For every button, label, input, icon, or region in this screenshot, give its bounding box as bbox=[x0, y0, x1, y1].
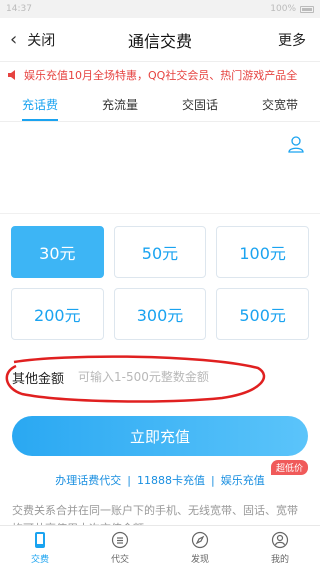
back-chevron-icon: ‹ bbox=[10, 29, 18, 50]
bottom-nav-profile[interactable]: 我的 bbox=[240, 526, 320, 569]
battery-level: 100% bbox=[270, 4, 296, 14]
status-time: 14:37 bbox=[6, 4, 32, 14]
tab-phone-bill[interactable]: 充话费 bbox=[21, 88, 59, 121]
tab-broadband[interactable]: 交宽带 bbox=[262, 88, 298, 121]
bottom-nav-discover[interactable]: 发现 bbox=[160, 526, 240, 569]
link-separator: | bbox=[211, 473, 215, 487]
contact-icon[interactable] bbox=[286, 134, 306, 154]
status-bar: 14:37 100% bbox=[0, 0, 320, 18]
tab-bar: 充话费 充流量 交固话 交宽带 bbox=[0, 88, 320, 122]
tab-landline[interactable]: 交固话 bbox=[182, 88, 218, 121]
tab-data[interactable]: 充流量 bbox=[102, 88, 138, 121]
status-right: 100% bbox=[270, 4, 314, 14]
amount-option-200[interactable]: 200元 bbox=[11, 288, 104, 340]
phone-icon bbox=[35, 531, 45, 548]
other-amount-label: 其他金额 bbox=[12, 371, 65, 387]
amount-option-30[interactable]: 30元 bbox=[11, 226, 104, 278]
speaker-icon bbox=[8, 70, 15, 80]
bottom-nav-pay[interactable]: 交费 bbox=[0, 526, 80, 569]
bottom-nav-label: 我的 bbox=[270, 554, 289, 565]
nav-bar: ‹ 关闭 通信交费 更多 bbox=[0, 18, 320, 62]
close-label: 关闭 bbox=[27, 32, 56, 49]
bottom-nav-label: 发现 bbox=[190, 554, 209, 565]
amount-option-100[interactable]: 100元 bbox=[216, 226, 309, 278]
phone-number-area[interactable] bbox=[0, 122, 320, 178]
entertainment-recharge-link[interactable]: 娱乐充值 bbox=[221, 472, 265, 488]
battery-icon bbox=[300, 5, 314, 13]
agent-payment-link[interactable]: 办理话费代交 bbox=[55, 472, 121, 488]
amount-option-50[interactable]: 50元 bbox=[113, 226, 207, 278]
more-button[interactable]: 更多 bbox=[278, 30, 306, 50]
bottom-nav-label: 交费 bbox=[30, 554, 49, 565]
divider bbox=[0, 178, 320, 214]
card-recharge-link[interactable]: 11888卡充值 bbox=[137, 472, 205, 488]
bottom-nav-label: 代交 bbox=[110, 554, 129, 565]
list-icon bbox=[111, 531, 129, 548]
amount-option-500[interactable]: 500元 bbox=[216, 288, 309, 340]
recharge-button[interactable]: 立即充值 bbox=[12, 416, 308, 456]
close-button[interactable]: ‹ 关闭 bbox=[0, 18, 55, 61]
bottom-nav: 交费 代交 发现 我的 bbox=[0, 525, 320, 569]
notice-text: 娱乐充值10月全场特惠，QQ社交会员、热门游戏产品全 bbox=[24, 69, 298, 82]
link-separator: | bbox=[127, 473, 131, 487]
amount-grid: 30元 50元 100元 200元 300元 500元 bbox=[0, 214, 320, 340]
notice-bar[interactable]: 娱乐充值10月全场特惠，QQ社交会员、热门游戏产品全 bbox=[0, 62, 320, 88]
amount-option-300[interactable]: 300元 bbox=[113, 288, 207, 340]
other-amount-row: 其他金额 bbox=[0, 355, 320, 403]
quick-links: 办理话费代交 | 11888卡充值 | 娱乐充值 超低价 bbox=[0, 460, 320, 488]
compass-icon bbox=[191, 531, 209, 548]
bottom-nav-agent[interactable]: 代交 bbox=[80, 526, 160, 569]
other-amount-input[interactable] bbox=[78, 370, 279, 384]
user-icon bbox=[271, 531, 289, 548]
low-price-badge: 超低价 bbox=[270, 460, 308, 475]
